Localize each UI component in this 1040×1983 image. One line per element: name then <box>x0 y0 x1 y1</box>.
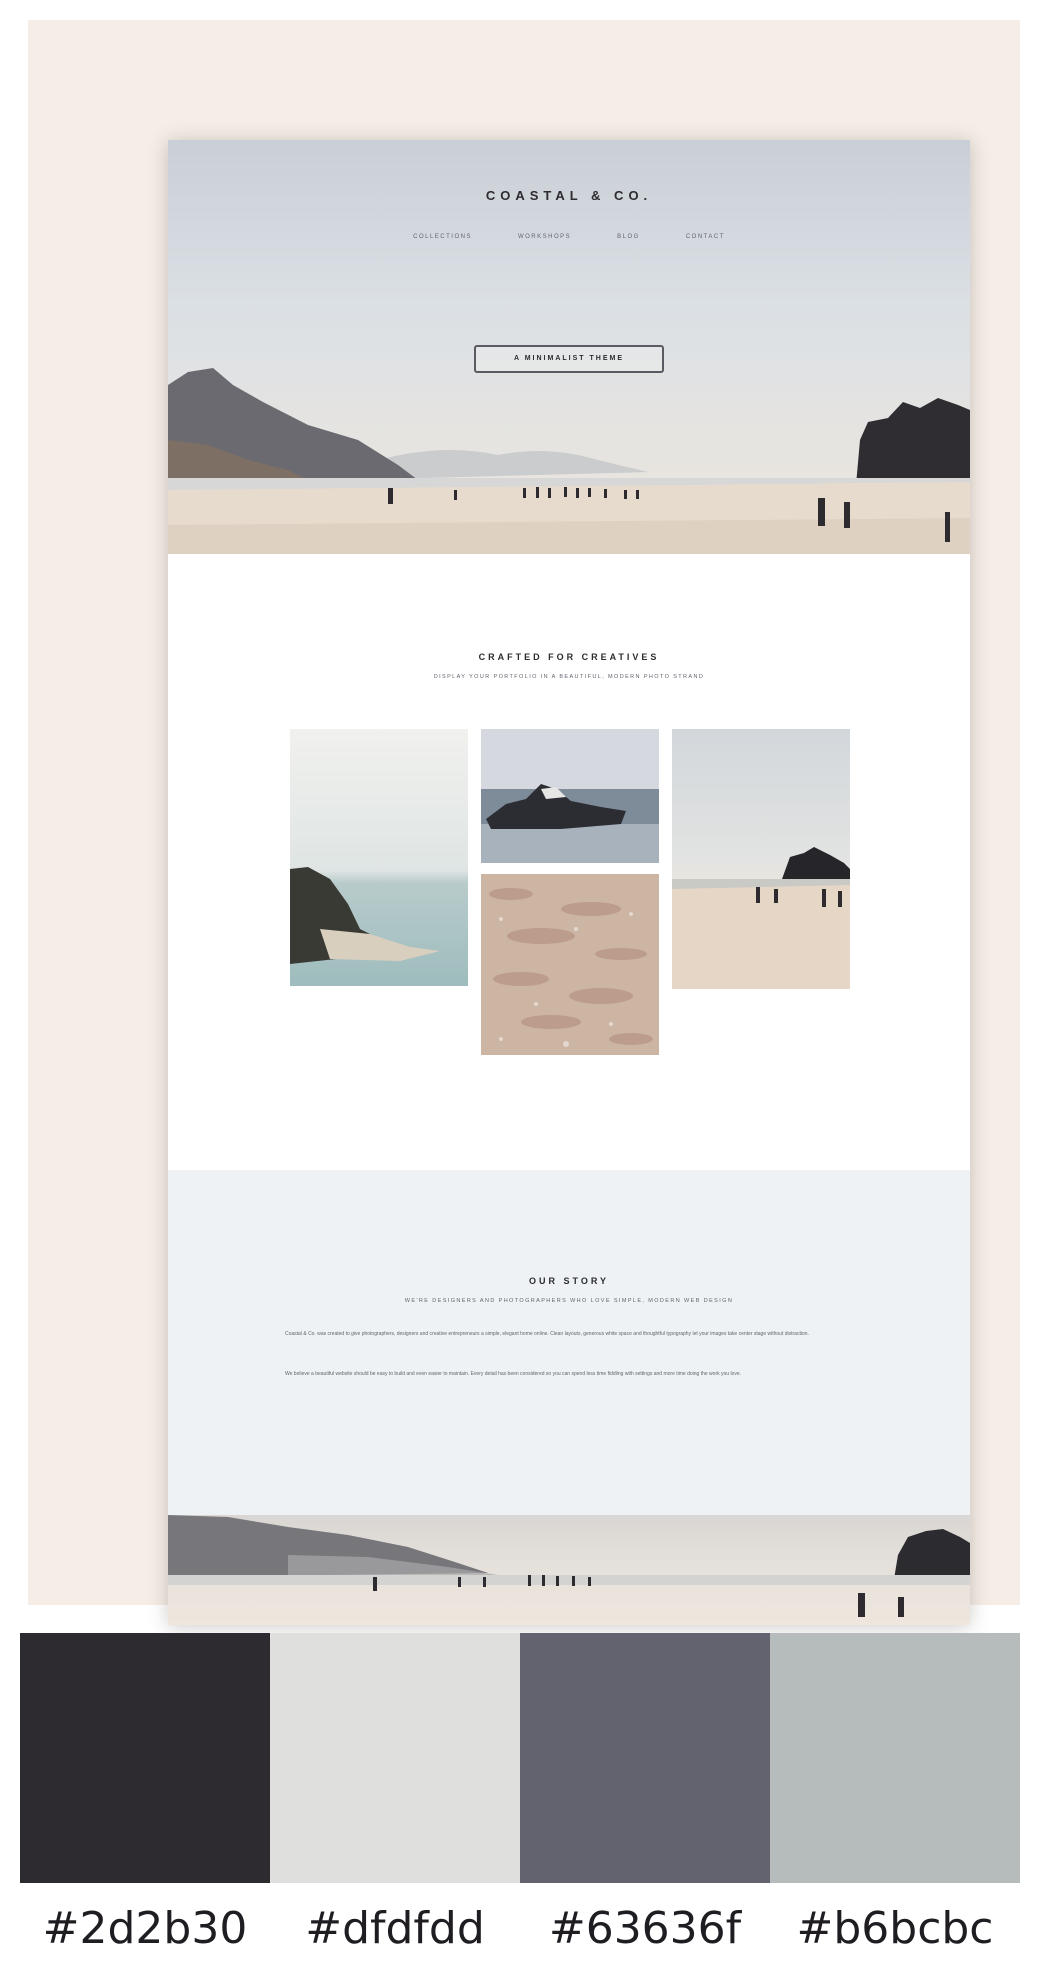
site-title[interactable]: COASTAL & CO. <box>168 188 970 203</box>
site-preview: COASTAL & CO. COLLECTIONS WORKSHOPS BLOG… <box>168 140 970 1625</box>
swatch-label: #dfdfdd <box>305 1903 485 1954</box>
nav-item-contact[interactable]: CONTACT <box>686 234 725 240</box>
gallery-photo-headland[interactable] <box>290 729 468 986</box>
gallery-photo-beach[interactable] <box>672 729 850 989</box>
nav-item-collections[interactable]: COLLECTIONS <box>413 234 472 240</box>
nav-item-blog[interactable]: BLOG <box>617 234 640 240</box>
color-swatch <box>520 1633 770 1883</box>
story-paragraph: We believe a beautiful website should be… <box>285 1371 742 1377</box>
story-paragraph: Coastal & Co. was created to give photog… <box>285 1331 809 1337</box>
swatch-label: #b6bcbc <box>796 1903 994 1954</box>
website-mockup: COASTAL & CO. COLLECTIONS WORKSHOPS BLOG… <box>28 20 1020 1625</box>
color-swatch <box>20 1633 270 1883</box>
hero-cta-button[interactable]: A MINIMALIST THEME <box>474 345 664 373</box>
gallery-photo-rock[interactable] <box>481 729 659 863</box>
creatives-section: CRAFTED FOR CREATIVES DISPLAY YOUR PORTF… <box>168 554 970 1170</box>
footer-beach-image <box>168 1515 970 1625</box>
swatch-label: #2d2b30 <box>42 1903 248 1954</box>
nav-item-workshops[interactable]: WORKSHOPS <box>518 234 571 240</box>
story-section: OUR STORY WE'RE DESIGNERS AND PHOTOGRAPH… <box>168 1170 970 1515</box>
site-nav: COLLECTIONS WORKSHOPS BLOG CONTACT <box>168 234 970 240</box>
gallery-photo-sand[interactable] <box>481 874 659 1055</box>
color-swatch <box>770 1633 1020 1883</box>
story-subtitle: WE'RE DESIGNERS AND PHOTOGRAPHERS WHO LO… <box>404 1298 734 1304</box>
creatives-subtitle: DISPLAY YOUR PORTFOLIO IN A BEAUTIFUL, M… <box>433 674 705 680</box>
hero-section: COASTAL & CO. COLLECTIONS WORKSHOPS BLOG… <box>168 140 970 554</box>
creatives-title: CRAFTED FOR CREATIVES <box>478 652 660 662</box>
swatch-label: #63636f <box>548 1903 742 1954</box>
story-title: OUR STORY <box>528 1276 609 1286</box>
color-swatch <box>270 1633 520 1883</box>
